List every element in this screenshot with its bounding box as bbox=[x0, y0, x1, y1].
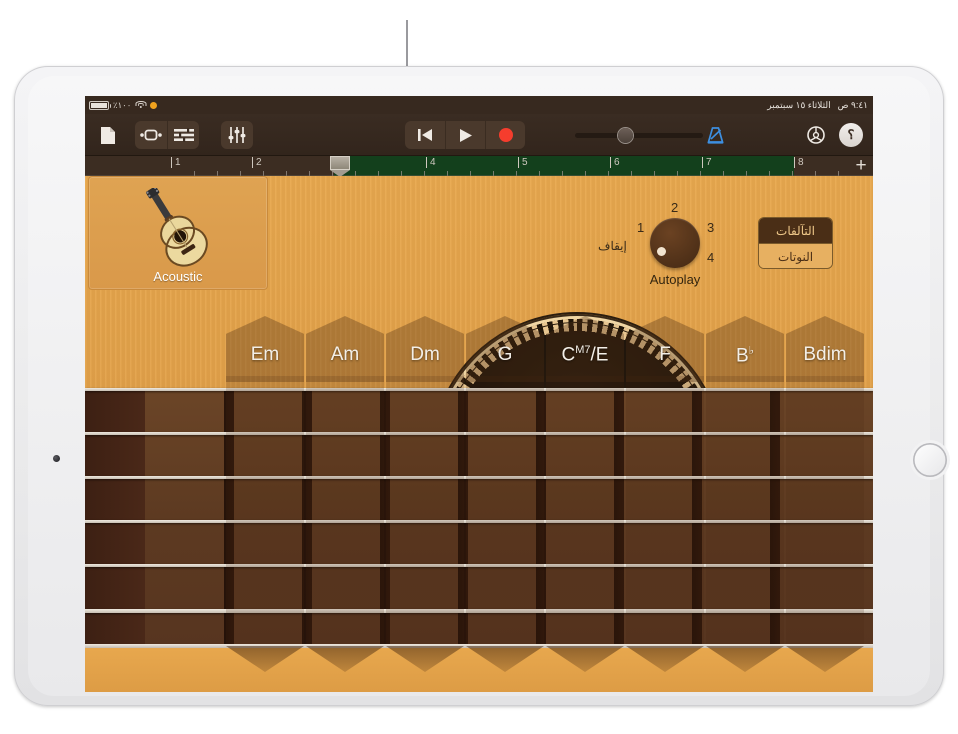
rewind-button[interactable] bbox=[405, 121, 445, 149]
status-bar-time: ٩:٤١ ص bbox=[838, 96, 868, 114]
record-icon bbox=[498, 127, 514, 143]
ruler-bar-label: 5 bbox=[518, 157, 528, 168]
chord-strip[interactable]: Dm bbox=[386, 316, 464, 692]
battery-percent-label: ٪١٠٠ bbox=[113, 96, 131, 114]
timeline-ruler[interactable]: 1 2 3 4 5 6 7 8 + bbox=[85, 156, 873, 176]
metronome-button[interactable] bbox=[702, 122, 728, 148]
chord-strip[interactable]: B♭ bbox=[706, 316, 784, 692]
record-button[interactable] bbox=[485, 121, 525, 149]
view-toggle-group[interactable] bbox=[135, 121, 199, 149]
volume-slider[interactable] bbox=[575, 133, 703, 138]
ruler-bar-label: 7 bbox=[702, 157, 712, 168]
play-icon bbox=[458, 128, 473, 143]
status-bar-date: الثلاثاء ١٥ سبتمبر bbox=[767, 96, 830, 114]
transport-controls[interactable] bbox=[405, 121, 525, 149]
settings-button[interactable] bbox=[803, 122, 829, 148]
chord-label: Am bbox=[306, 344, 384, 366]
chord-strip-zigzag-ends bbox=[85, 646, 873, 672]
home-button[interactable] bbox=[913, 443, 947, 477]
main-toolbar: ؟ bbox=[85, 114, 873, 156]
front-camera-icon bbox=[53, 455, 60, 462]
my-songs-button[interactable] bbox=[95, 122, 121, 148]
cycle-region[interactable] bbox=[334, 156, 794, 176]
tracks-view-icon bbox=[174, 128, 194, 142]
guitar-bottom-edge bbox=[85, 646, 873, 692]
ruler-bar-label: 8 bbox=[794, 157, 804, 168]
status-bar-right: ٩:٤١ ص الثلاثاء ١٥ سبتمبر bbox=[767, 96, 868, 114]
ruler-bar-label: 1 bbox=[171, 157, 181, 168]
wifi-icon bbox=[135, 101, 146, 110]
document-icon bbox=[100, 126, 116, 145]
chord-label: Bdim bbox=[786, 344, 864, 366]
chord-label: Dm bbox=[386, 344, 464, 366]
ruler-bar-label: 6 bbox=[610, 157, 620, 168]
chord-strip[interactable]: F bbox=[626, 316, 704, 692]
chord-strip[interactable]: CM7/E bbox=[546, 316, 624, 692]
tracks-view-button[interactable] bbox=[167, 121, 199, 149]
play-button[interactable] bbox=[445, 121, 485, 149]
ruler-background-left bbox=[85, 156, 334, 176]
chord-strip[interactable]: Am bbox=[306, 316, 384, 692]
loop-navigation-icon bbox=[140, 128, 162, 142]
ruler-bar-label: 4 bbox=[426, 157, 436, 168]
playhead[interactable] bbox=[330, 156, 350, 176]
add-track-button[interactable]: + bbox=[851, 156, 871, 176]
chord-label: Em bbox=[226, 344, 304, 366]
playhead-flag[interactable] bbox=[330, 156, 350, 170]
volume-slider-thumb[interactable] bbox=[618, 128, 633, 143]
gear-icon bbox=[806, 125, 826, 145]
status-bar-left: ٪١٠٠ bbox=[89, 96, 157, 114]
mixer-button[interactable] bbox=[221, 121, 253, 149]
chord-label: CM7/E bbox=[546, 344, 624, 366]
chord-label: B♭ bbox=[706, 344, 784, 367]
ruler-bar-label: 2 bbox=[252, 157, 262, 168]
chord-label: G bbox=[466, 344, 544, 366]
chord-strip[interactable]: G bbox=[466, 316, 544, 692]
chord-strip[interactable]: Em bbox=[226, 316, 304, 692]
help-button[interactable]: ؟ bbox=[839, 123, 863, 147]
mixer-sliders-icon bbox=[228, 127, 246, 143]
status-bar: ٪١٠٠ ٩:٤١ ص الثلاثاء ١٥ سبتمبر bbox=[85, 96, 873, 114]
rewind-icon bbox=[417, 128, 433, 142]
guitar-instrument-area[interactable]: Acoustic 1 2 3 4 إيقاف Autoplay التآلفات… bbox=[85, 176, 873, 692]
app-screen: ٪١٠٠ ٩:٤١ ص الثلاثاء ١٥ سبتمبر bbox=[85, 96, 873, 692]
battery-full-icon bbox=[89, 101, 109, 110]
loop-navigation-button[interactable] bbox=[135, 121, 167, 149]
orange-dot-icon bbox=[150, 102, 157, 109]
metronome-icon bbox=[706, 126, 725, 145]
chord-label: F bbox=[626, 344, 704, 366]
chord-strips[interactable]: EmAmDmGCM7/EFB♭Bdim bbox=[85, 176, 873, 692]
chord-strip[interactable]: Bdim bbox=[786, 316, 864, 692]
